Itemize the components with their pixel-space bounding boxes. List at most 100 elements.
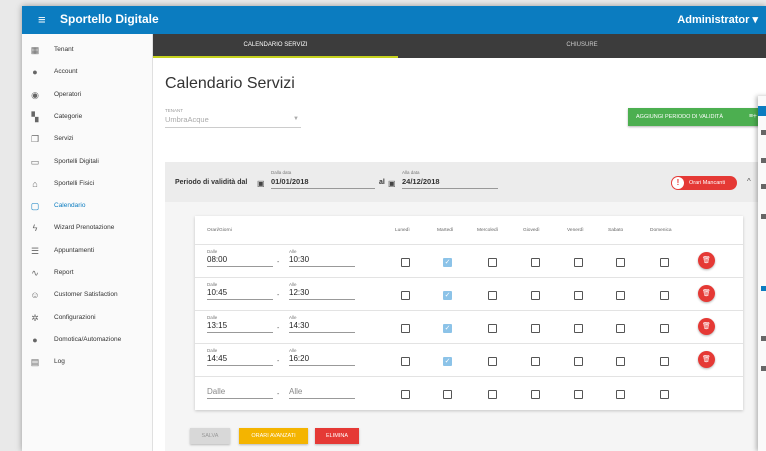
sidebar-item[interactable]: ● Domotica/Automazione [22,331,153,351]
from-date-field[interactable]: Dalla data 01/01/2018 [271,170,375,189]
from-time-field[interactable]: Dalle 13:15 [207,315,273,333]
sidebar-item[interactable]: ▚ Categorie [22,108,153,128]
to-time-field-value: 12:30 [289,288,355,300]
period-panel: Periodo di validità dal ▣ Dalla data 01/… [165,162,766,451]
tab-chiusure[interactable]: CHIUSURE [398,34,766,58]
sidebar: ▦ Tenant ● Account ◉ Operatori ▚ Categorie ❐ Serv… [22,34,153,451]
day-checkbox[interactable] [401,291,410,300]
to-time-field[interactable]: Alle 10:30 [289,249,355,267]
tenant-select[interactable]: UmbraAcque ▼ [165,115,301,128]
day-checkbox[interactable] [574,357,583,366]
day-checkbox[interactable] [531,258,540,267]
day-checkbox[interactable] [574,258,583,267]
add-period-button[interactable]: AGGIUNGI PERIODO DI VALIDITÀ ≡+ [628,108,763,126]
sidebar-item[interactable]: ▢ Calendario [22,197,153,217]
day-checkbox[interactable] [488,357,497,366]
day-checkbox[interactable] [443,390,452,399]
save-button[interactable]: SALVA [190,428,230,444]
sidebar-item[interactable]: ⌂ Sportelli Fisici [22,175,153,195]
to-time-field-value: 10:30 [289,255,355,267]
day-checkbox[interactable]: ✓ [443,324,452,333]
day-checkbox[interactable] [531,324,540,333]
chevron-up-icon[interactable]: ^ [747,177,751,186]
background-window-line [761,286,766,291]
advanced-hours-button[interactable]: ORARI AVANZATI [239,428,308,444]
top-app-bar: ≡ Sportello Digitale Administrator ▾ [22,6,766,34]
al-label: al [379,179,385,186]
sidebar-item[interactable]: ∿ Report [22,264,153,284]
day-checkbox[interactable] [616,357,625,366]
from-time-field[interactable]: Dalle 10:45 [207,282,273,300]
day-checkbox[interactable]: ✓ [443,357,452,366]
day-checkbox[interactable] [401,390,410,399]
background-window-header [758,106,766,116]
day-checkbox[interactable] [401,357,410,366]
sidebar-item-label: Report [54,269,74,276]
day-checkbox[interactable] [574,291,583,300]
list-icon: ☰ [30,245,40,256]
day-checkbox[interactable]: ✓ [443,291,452,300]
delete-row-icon[interactable]: 🗑 [698,351,715,368]
to-time-field[interactable]: Alle [289,381,355,399]
to-time-field[interactable]: Alle 14:30 [289,315,355,333]
delete-row-icon[interactable]: 🗑 [698,252,715,269]
day-checkbox[interactable] [401,258,410,267]
sidebar-item[interactable]: ☰ Appuntamenti [22,242,153,262]
sidebar-item[interactable]: ▦ Tenant [22,41,153,61]
calendar-icon[interactable]: ▣ [388,179,396,188]
sidebar-item[interactable]: ▤ Log [22,353,153,373]
sidebar-item[interactable]: ▭ Sportelli Digitali [22,153,153,173]
period-header[interactable]: Periodo di validità dal ▣ Dalla data 01/… [165,162,766,202]
user-menu[interactable]: Administrator ▾ [677,13,758,26]
delete-row-icon[interactable]: 🗑 [698,318,715,335]
sidebar-item[interactable]: ☺ Customer Satisfaction [22,286,153,306]
sidebar-item[interactable]: ✲ Configurazioni [22,309,153,329]
day-checkbox[interactable] [660,324,669,333]
day-checkbox[interactable] [660,390,669,399]
to-date-field[interactable]: Alla data 24/12/2018 [402,170,498,189]
day-checkbox[interactable] [616,324,625,333]
calendar-icon[interactable]: ▣ [257,179,265,188]
sidebar-item[interactable]: ❐ Servizi [22,130,153,150]
day-checkbox[interactable] [531,390,540,399]
day-checkbox[interactable] [616,390,625,399]
day-checkbox[interactable] [488,291,497,300]
sidebar-item[interactable]: ● Account [22,63,153,83]
day-checkbox[interactable]: ✓ [443,258,452,267]
day-checkbox[interactable] [488,324,497,333]
tab-bar: CALENDARIO SERVIZI CHIUSURE [153,34,766,58]
table-row: Dalle 08:00 Alle 10:30 - ✓ 🗑 [195,244,743,276]
table-row: Dalle Alle - [195,376,743,408]
day-checkbox[interactable] [531,357,540,366]
background-window-line [761,158,766,163]
playlist-add-icon: ≡+ [748,113,757,120]
day-checkbox[interactable] [660,357,669,366]
from-time-field[interactable]: Dalle [207,381,273,399]
from-time-field[interactable]: Dalle 14:45 [207,348,273,366]
to-time-field[interactable]: Alle 12:30 [289,282,355,300]
home-icon: ⌂ [32,178,38,189]
day-checkbox[interactable] [660,291,669,300]
table-row: Dalle 13:15 Alle 14:30 - ✓ 🗑 [195,310,743,342]
delete-button[interactable]: ELIMINA [315,428,359,444]
day-checkbox[interactable] [531,291,540,300]
copy-icon: ❐ [30,134,40,145]
column-header: Mercoledì [477,228,499,233]
delete-row-icon[interactable]: 🗑 [698,285,715,302]
day-checkbox[interactable] [660,258,669,267]
sidebar-item[interactable]: ϟ Wizard Prenotazione [22,219,153,239]
day-checkbox[interactable] [488,258,497,267]
column-header: Lunedì [395,228,410,233]
day-checkbox[interactable] [616,291,625,300]
day-checkbox[interactable] [401,324,410,333]
calendar-icon: ▢ [30,201,40,212]
sidebar-item[interactable]: ◉ Operatori [22,86,153,106]
day-checkbox[interactable] [616,258,625,267]
day-checkbox[interactable] [574,390,583,399]
day-checkbox[interactable] [574,324,583,333]
menu-icon[interactable]: ≡ [38,12,46,27]
day-checkbox[interactable] [488,390,497,399]
to-time-field[interactable]: Alle 16:20 [289,348,355,366]
from-time-field[interactable]: Dalle 08:00 [207,249,273,267]
tab-calendario-servizi[interactable]: CALENDARIO SERVIZI [153,34,398,58]
